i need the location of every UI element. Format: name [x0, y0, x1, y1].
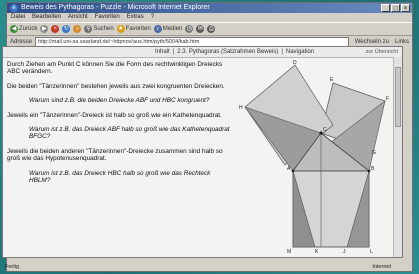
security-zone: Internet [372, 264, 391, 270]
internet-explorer-icon: e [10, 4, 18, 12]
content-paragraph: Durch Ziehen am Punkt C können Sie die F… [7, 61, 223, 76]
status-text: Fertig [5, 264, 20, 270]
label-h: H [239, 105, 243, 111]
content-paragraph: Die beiden "Tänzerinnen" bestehen jeweil… [7, 82, 225, 90]
maximize-button[interactable]: □ [391, 4, 400, 12]
nav-link-navigation[interactable]: Navigation [286, 47, 314, 57]
media-button[interactable]: ♪ Medien [153, 25, 183, 33]
forward-arrow-icon[interactable]: ▶ [40, 25, 49, 33]
search-icon: ⚲ [84, 25, 93, 33]
media-icon: ♪ [153, 25, 162, 33]
stop-icon[interactable]: × [51, 25, 60, 33]
star-icon: ★ [116, 25, 125, 33]
refresh-icon[interactable]: ↻ [62, 25, 71, 33]
nav-separator: | [281, 49, 283, 55]
label-f: F [386, 96, 389, 102]
menu-tools[interactable]: Extras [127, 13, 144, 22]
url-field[interactable]: http://mail.uni-sa.saarland.de/~httpnov/… [35, 36, 349, 47]
home-icon[interactable]: ⌂ [73, 25, 82, 33]
content-text: Durch Ziehen am Punkt C können Sie die F… [7, 61, 231, 191]
window-title: Beweis des Pythagoras - Puzzle - Microso… [21, 4, 210, 11]
nav-link-contents[interactable]: Inhalt [155, 47, 170, 57]
menu-view[interactable]: Ansicht [68, 13, 88, 22]
label-j: J [343, 249, 346, 255]
label-d: D [293, 60, 297, 66]
close-button[interactable]: × [401, 4, 410, 12]
status-bar: Fertig Internet [2, 263, 403, 272]
links-label[interactable]: Links [395, 39, 409, 45]
minimize-button[interactable]: _ [381, 4, 390, 12]
label-e: E [330, 77, 334, 83]
back-arrow-icon: ◀ [10, 25, 18, 33]
point-a [291, 169, 295, 173]
question-paragraph: Warum ist z.B. das Dreieck HBC halb so g… [29, 169, 211, 185]
menu-bar: Datei Bearbeiten Ansicht Favoriten Extra… [7, 13, 412, 22]
nav-separator: | [172, 49, 175, 55]
label-l: L [370, 249, 373, 255]
search-button[interactable]: ⚲ Suchen [84, 25, 114, 33]
menu-help[interactable]: ? [151, 13, 154, 22]
menu-edit[interactable]: Bearbeiten [32, 13, 61, 22]
favorites-button[interactable]: ★ Favoriten [116, 25, 151, 33]
history-icon[interactable]: ◷ [185, 25, 194, 33]
search-label: Suchen [93, 26, 114, 32]
label-k: K [315, 249, 319, 255]
nav-link-chapter[interactable]: 2.3. Pythagoras (Satzrahmen Beweis) [177, 47, 278, 57]
pythagoras-figure[interactable]: A B C F G H L M D E K J [235, 59, 395, 257]
back-button[interactable]: ◀ Zurück [10, 25, 37, 33]
favorites-label: Favoriten [125, 26, 151, 32]
media-label: Medien [162, 26, 183, 32]
nav-link-overview[interactable]: zur Übersicht [366, 47, 398, 57]
label-b: B [371, 166, 375, 172]
back-label: Zurück [19, 26, 38, 32]
address-label: Adresse [10, 38, 33, 45]
toolbar: ◀ Zurück ▶ × ↻ ⌂ ⚲ Suchen ★ Favoriten ♪ … [7, 22, 412, 36]
point-b [367, 169, 371, 173]
page-navbar: Inhalt | 2.3. Pythagoras (Satzrahmen Bew… [3, 47, 402, 58]
content-paragraph: Jeweils die beiden anderen "Tänzerinnen"… [7, 147, 223, 163]
title-bar: e Beweis des Pythagoras - Puzzle - Micro… [7, 3, 412, 13]
question-paragraph: Warum sind z.B. die beiden Dreiecke ABF … [29, 97, 210, 105]
menu-favorites[interactable]: Favoriten [95, 13, 120, 22]
mail-icon[interactable]: ✉ [196, 25, 205, 33]
go-button[interactable]: Wechseln zu [352, 39, 392, 45]
scrollbar-thumb[interactable] [395, 67, 401, 127]
page-viewport: Inhalt | 2.3. Pythagoras (Satzrahmen Bew… [2, 46, 403, 258]
print-icon[interactable]: ⎙ [207, 25, 216, 33]
label-c: C [323, 127, 327, 133]
label-g: G [372, 150, 376, 156]
vertical-scrollbar[interactable] [393, 57, 402, 257]
question-paragraph: Warum ist z.B. das Dreieck ABF halb so g… [29, 126, 230, 141]
content-paragraph: Jeweils ein "Tänzerinnen"-Dreieck ist ha… [7, 111, 222, 119]
label-m: M [287, 249, 291, 255]
menu-file[interactable]: Datei [11, 13, 25, 22]
